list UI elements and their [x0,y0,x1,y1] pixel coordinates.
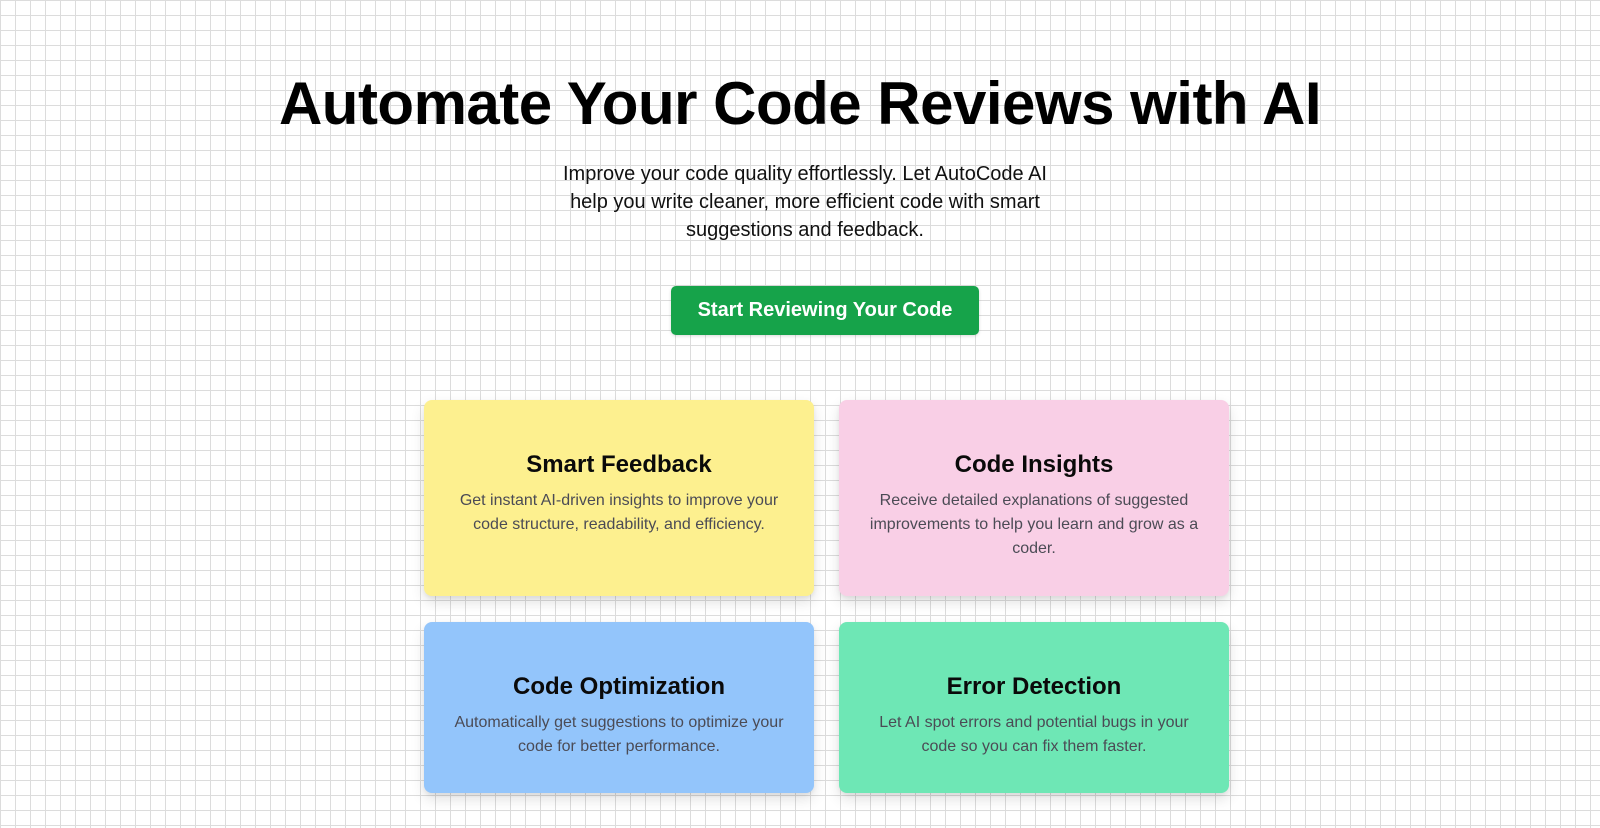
feature-card-description: Get instant AI-driven insights to improv… [459,492,779,533]
feature-card-description: Let AI spot errors and potential bugs in… [879,714,1189,755]
page-title: Automate Your Code Reviews with AI [278,70,1322,137]
feature-card-code-insights: Code Insights Receive detailed explanati… [839,400,1229,596]
start-reviewing-button[interactable]: Start Reviewing Your Code [671,286,979,335]
feature-card-description: Receive detailed explanations of suggest… [869,492,1199,557]
feature-card-title: Code Optimization [513,673,725,700]
feature-card-code-optimization: Code Optimization Automatically get sugg… [424,622,814,793]
feature-card-error-detection: Error Detection Let AI spot errors and p… [839,622,1229,793]
feature-card-description: Automatically get suggestions to optimiz… [454,714,784,755]
feature-card-title: Error Detection [946,673,1122,700]
feature-card-title: Smart Feedback [526,451,712,478]
feature-card-smart-feedback: Smart Feedback Get instant AI-driven ins… [424,400,814,596]
feature-card-title: Code Insights [954,451,1114,478]
hero-subtitle: Improve your code quality effortlessly. … [563,163,1047,241]
